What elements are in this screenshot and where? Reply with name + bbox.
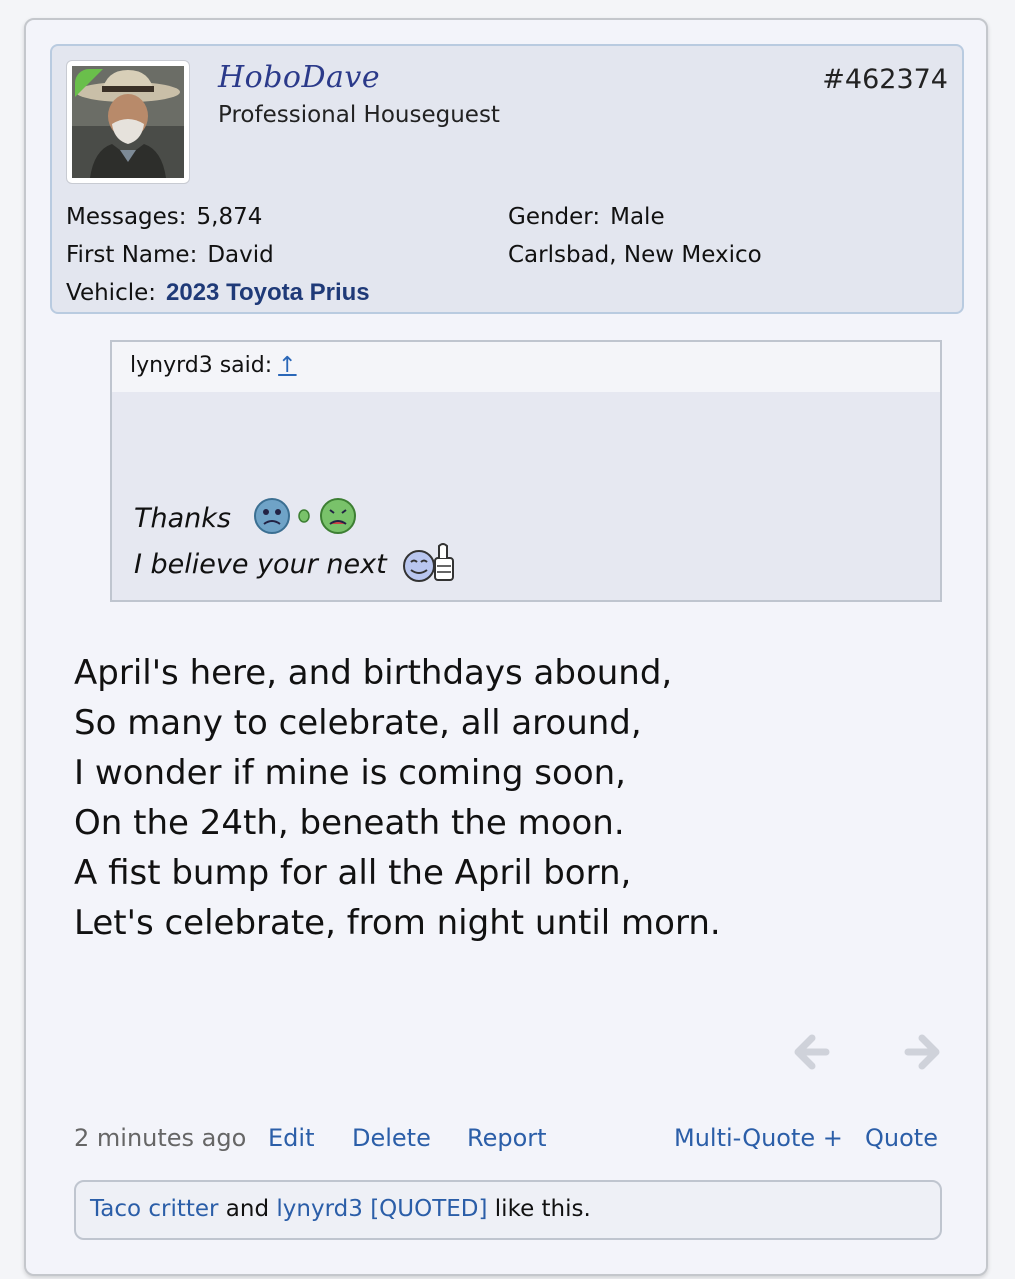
poem-line: On the 24th, beneath the moon.: [74, 803, 625, 843]
quote-author: lynyrd3 said:: [130, 353, 273, 378]
poem-line: I wonder if mine is coming soon,: [74, 753, 626, 793]
first-name-label: First Name:: [66, 242, 198, 268]
messages-label: Messages:: [66, 204, 187, 230]
gender-stat: Gender: Male: [508, 204, 665, 230]
quote-line-1: Thanks: [134, 496, 358, 543]
first-name-value: David: [207, 242, 274, 268]
quote-line-2: I believe your next: [134, 540, 459, 591]
report-button[interactable]: Report: [467, 1124, 547, 1152]
quote-attribution: lynyrd3 said: ↑: [130, 353, 297, 378]
poem-line: So many to celebrate, all around,: [74, 703, 642, 743]
vehicle-label: Vehicle:: [66, 280, 157, 306]
post-card: HoboDave Professional Houseguest #462374…: [24, 18, 988, 1276]
avatar[interactable]: [66, 60, 190, 184]
quote-text-2: I believe your next: [134, 549, 387, 580]
arrow-right-icon[interactable]: [902, 1032, 942, 1076]
location-value: Carlsbad, New Mexico: [508, 242, 762, 268]
arrow-left-icon[interactable]: [792, 1032, 832, 1076]
quote-block: lynyrd3 said: ↑ Thanks I believe your nex…: [110, 340, 942, 602]
thumbs-up-face-icon: [401, 540, 459, 591]
messages-stat: Messages: 5,874: [66, 204, 262, 230]
likes-suffix: like this.: [487, 1196, 591, 1222]
quote-text-1: Thanks: [134, 503, 231, 534]
first-name-stat: First Name: David: [66, 242, 274, 268]
post-body: April's here, and birthdays abound, So m…: [74, 648, 954, 948]
poem-line: A fist bump for all the April born,: [74, 853, 632, 893]
delete-button[interactable]: Delete: [352, 1124, 431, 1152]
user-info-panel: HoboDave Professional Houseguest #462374…: [50, 44, 964, 314]
likes-summary: Taco critter and lynyrd3 [QUOTED] like t…: [74, 1180, 942, 1240]
liker-link[interactable]: Taco critter: [90, 1196, 219, 1222]
edit-button[interactable]: Edit: [268, 1124, 314, 1152]
liker-link[interactable]: lynyrd3: [276, 1196, 362, 1222]
vehicle-link[interactable]: 2023 Toyota Prius: [166, 279, 370, 306]
username-link[interactable]: HoboDave: [218, 60, 380, 95]
gender-label: Gender:: [508, 204, 601, 230]
quote-button[interactable]: Quote: [865, 1124, 938, 1152]
poem-line: Let's celebrate, from night until morn.: [74, 903, 721, 943]
likes-text: Taco critter and lynyrd3 [QUOTED] like t…: [90, 1196, 591, 1222]
post-timestamp[interactable]: 2 minutes ago: [74, 1124, 246, 1152]
likes-and: and: [218, 1196, 277, 1222]
gender-value: Male: [610, 204, 665, 230]
messages-value: 5,874: [196, 204, 263, 230]
multi-quote-button[interactable]: Multi-Quote +: [674, 1124, 843, 1152]
sick-face-icon: [253, 496, 358, 543]
up-arrow-icon[interactable]: ↑: [278, 353, 296, 378]
vehicle-stat: Vehicle: 2023 Toyota Prius: [66, 279, 370, 307]
quoted-badge[interactable]: [QUOTED]: [363, 1196, 487, 1222]
user-title: Professional Houseguest: [218, 102, 500, 128]
quote-header: lynyrd3 said: ↑: [112, 342, 940, 392]
poem-line: April's here, and birthdays abound,: [74, 653, 673, 693]
post-number-link[interactable]: #462374: [822, 64, 948, 95]
